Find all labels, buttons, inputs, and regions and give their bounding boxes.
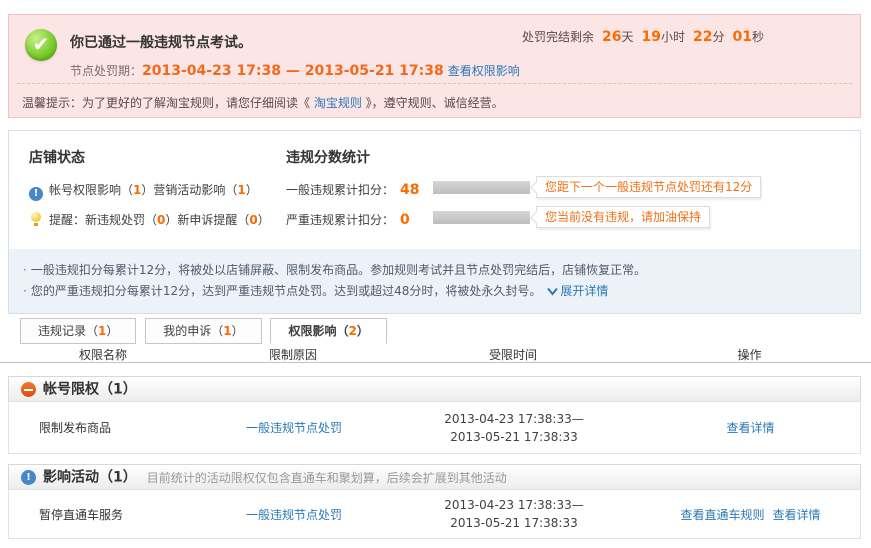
table-row: 暂停直通车服务 一般违规节点处罚 2013-04-23 17:38:33—201… xyxy=(8,489,861,539)
penalty-countdown: 处罚完结剩余 26天 19小时 22分 01秒 xyxy=(522,28,764,45)
countdown-seconds: 01 xyxy=(733,29,752,45)
note-line-2: · 您的严重违规扣分每累计12分，达到严重违规节点处罚。达到或超过48分时，将被处… xyxy=(23,281,860,302)
row-reason-cell: 一般违规节点处罚 xyxy=(199,506,389,523)
restriction-reason-link[interactable]: 一般违规节点处罚 xyxy=(246,508,342,522)
reminder-text: 提醒：新违规处罚（ xyxy=(49,213,157,227)
general-score-value: 48 xyxy=(400,182,419,198)
row-action-cell: 查看详情 xyxy=(639,419,862,436)
tooltip-arrow xyxy=(530,181,543,194)
penalty-period-row: 节点处罚期：2013-04-23 17:38 — 2013-05-21 17:3… xyxy=(70,62,520,79)
serious-score-tooltip-text: 您当前没有违规，请加油保持 xyxy=(545,210,701,224)
note-line-1: · 一般违规扣分每累计12分，将被处以店铺屏蔽、限制发布商品。参加规则考试并且节点… xyxy=(23,260,860,281)
general-score-line: 一般违规累计扣分： 48 xyxy=(286,181,420,198)
taobao-rules-link[interactable]: 淘宝规则 xyxy=(314,96,362,110)
note-2-text: 您的严重违规扣分每累计12分，达到严重违规节点处罚。达到或超过48分时，将被处永… xyxy=(31,284,542,298)
expand-details-link[interactable]: 展开详情 xyxy=(547,284,608,298)
minus-circle-icon xyxy=(21,382,36,397)
line1-close: ） xyxy=(246,183,258,197)
col-header-action: 操作 xyxy=(638,346,861,363)
col-header-restriction-reason: 限制原因 xyxy=(198,346,388,363)
serious-score-bar xyxy=(433,211,530,224)
violation-management-page: ✔ 你已通过一般违规节点考试。 处罚完结剩余26天19小时22分01秒 节点处罚… xyxy=(0,0,871,548)
alert-circle-icon: ! xyxy=(29,187,43,201)
bullet: · xyxy=(23,284,27,298)
countdown-hours: 19 xyxy=(642,29,661,45)
col-header-restricted-time: 受限时间 xyxy=(388,346,638,363)
tip-prefix: 温馨提示：为了更好的了解淘宝规则，请您仔细阅读《 xyxy=(22,96,314,110)
period-dates: 2013-04-23 17:38 — 2013-05-21 17:38 xyxy=(142,63,444,79)
success-check-icon: ✔ xyxy=(25,29,57,61)
countdown-hours-unit: 小时 xyxy=(661,30,685,44)
account-impact-text: 帐号权限影响（ xyxy=(49,183,133,197)
col-header-permission-name: 权限名称 xyxy=(8,346,198,363)
row-permission-name: 暂停直通车服务 xyxy=(9,506,199,523)
info-circle-icon: ! xyxy=(21,470,36,485)
tab-my-appeals[interactable]: 我的申诉（1） xyxy=(145,318,261,344)
countdown-minutes-unit: 分 xyxy=(712,30,724,44)
chevron-down-icon xyxy=(547,287,558,296)
tab-bar: 违规记录（1） 我的申诉（1） 权限影响（2） xyxy=(20,318,392,344)
row-time-cell: 2013-04-23 17:38:33—2013-05-21 17:38:33 xyxy=(389,410,639,446)
banner-title: 你已通过一般违规节点考试。 xyxy=(70,32,252,52)
general-score-tooltip-text: 您距下一个一般违规节点处罚还有12分 xyxy=(545,180,752,194)
row-permission-name: 限制发布商品 xyxy=(9,419,199,436)
table-header-row: 权限名称 限制原因 受限时间 操作 xyxy=(8,346,861,363)
general-score-bar xyxy=(433,181,530,194)
countdown-days-unit: 天 xyxy=(621,30,633,44)
row-time-cell: 2013-04-23 17:38:33—2013-05-21 17:38:33 xyxy=(389,496,639,532)
view-details-link[interactable]: 查看详情 xyxy=(773,508,821,522)
reminder-line: 提醒：新违规处罚（0）新申诉提醒（0） xyxy=(29,211,270,228)
view-permission-impact-link[interactable]: 查看权限影响 xyxy=(448,64,520,78)
tooltip-arrow xyxy=(530,211,543,224)
new-appeal-text: ）新申诉提醒（ xyxy=(165,213,249,227)
view-details-link[interactable]: 查看详情 xyxy=(726,421,774,435)
status-panel: 店铺状态 违规分数统计 !帐号权限影响（1）营销活动影响（1） 提醒：新违规处罚… xyxy=(8,130,861,314)
row-reason-cell: 一般违规节点处罚 xyxy=(199,419,389,436)
general-score-tooltip: 您距下一个一般违规节点处罚还有12分 xyxy=(536,176,761,198)
shop-status-title: 店铺状态 xyxy=(29,147,85,167)
score-stats-title: 违规分数统计 xyxy=(286,147,370,167)
banner-divider xyxy=(17,83,852,84)
view-ztc-rules-link[interactable]: 查看直通车规则 xyxy=(680,508,764,522)
section-activities-note: 目前统计的活动限权仅包含直通车和聚划算，后续会扩展到其他活动 xyxy=(147,471,507,485)
bulb-icon xyxy=(29,212,43,226)
tab-violation-records[interactable]: 违规记录（1） xyxy=(20,318,136,344)
section-account-title: 帐号限权（1） xyxy=(43,382,137,398)
restriction-reason-link[interactable]: 一般违规节点处罚 xyxy=(246,421,342,435)
serious-score-tooltip: 您当前没有违规，请加油保持 xyxy=(536,206,710,228)
exam-result-banner: ✔ 你已通过一般违规节点考试。 处罚完结剩余 26天 19小时 22分 01秒 节点处罚… xyxy=(8,14,861,118)
account-impact-line: !帐号权限影响（1）营销活动影响（1） xyxy=(29,181,258,201)
tip-suffix: 》，遵守规则、诚信经营。 xyxy=(362,96,504,110)
table-row: 限制发布商品 一般违规节点处罚 2013-04-23 17:38:33—2013… xyxy=(8,401,861,454)
serious-score-value: 0 xyxy=(400,212,410,228)
tab-permission-impact[interactable]: 权限影响（2） xyxy=(270,318,386,344)
serious-score-line: 严重违规累计扣分： 0 xyxy=(286,211,410,228)
section-account-restriction: 帐号限权（1） xyxy=(8,376,861,402)
header-divider-line xyxy=(0,362,871,363)
marketing-impact-text: ）营销活动影响（ xyxy=(141,183,237,197)
countdown-seconds-unit: 秒 xyxy=(752,30,764,44)
line2-close: ） xyxy=(258,213,270,227)
serious-score-label: 严重违规累计扣分： xyxy=(286,213,394,227)
section-activities-title: 影响活动（1） xyxy=(43,470,137,486)
section-affected-activities: ! 影响活动（1） 目前统计的活动限权仅包含直通车和聚划算，后续会扩展到其他活动 xyxy=(8,464,861,490)
marketing-impact-count: 1 xyxy=(237,183,245,197)
rules-notes-box: · 一般违规扣分每累计12分，将被处以店铺屏蔽、限制发布商品。参加规则考试并且节点… xyxy=(9,249,860,313)
countdown-label: 处罚完结剩余 xyxy=(522,30,594,44)
friendly-tip-row: 温馨提示：为了更好的了解淘宝规则，请您仔细阅读《 淘宝规则 》，遵守规则、诚信经… xyxy=(22,94,504,111)
period-label: 节点处罚期： xyxy=(70,64,142,78)
countdown-minutes: 22 xyxy=(693,29,712,45)
row-action-cell: 查看直通车规则查看详情 xyxy=(639,506,862,523)
general-score-label: 一般违规累计扣分： xyxy=(286,183,394,197)
note-1-text: 一般违规扣分每累计12分，将被处以店铺屏蔽、限制发布商品。参加规则考试并且节点处… xyxy=(31,263,646,277)
countdown-days: 26 xyxy=(602,29,621,45)
new-appeal-count: 0 xyxy=(249,213,257,227)
bullet: · xyxy=(23,263,27,277)
